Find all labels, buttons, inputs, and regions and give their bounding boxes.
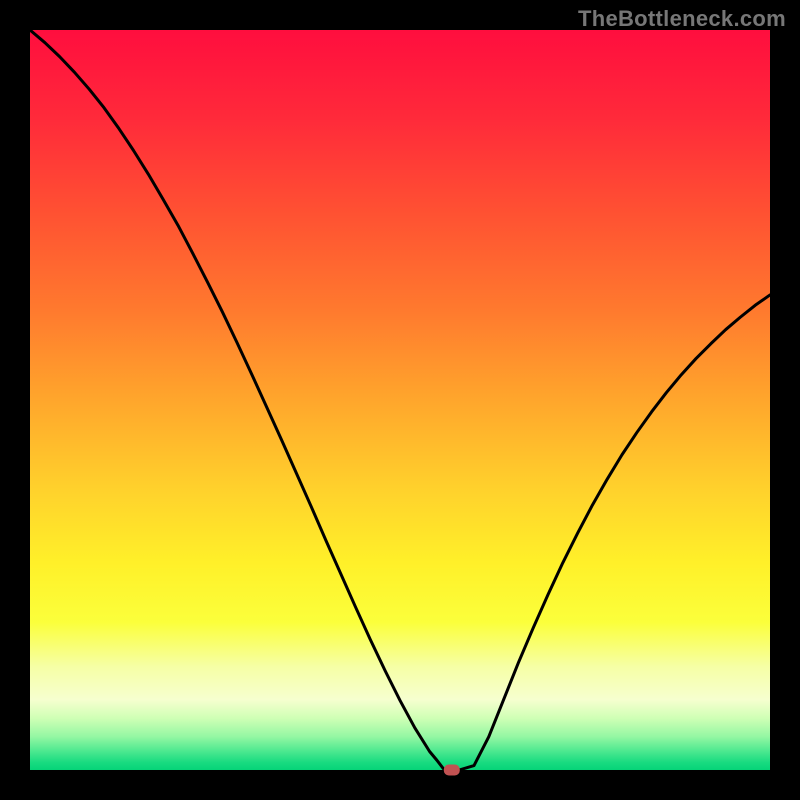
bottleneck-chart	[0, 0, 800, 800]
chart-stage: TheBottleneck.com	[0, 0, 800, 800]
optimal-point-marker	[444, 765, 460, 776]
watermark-text: TheBottleneck.com	[578, 6, 786, 32]
